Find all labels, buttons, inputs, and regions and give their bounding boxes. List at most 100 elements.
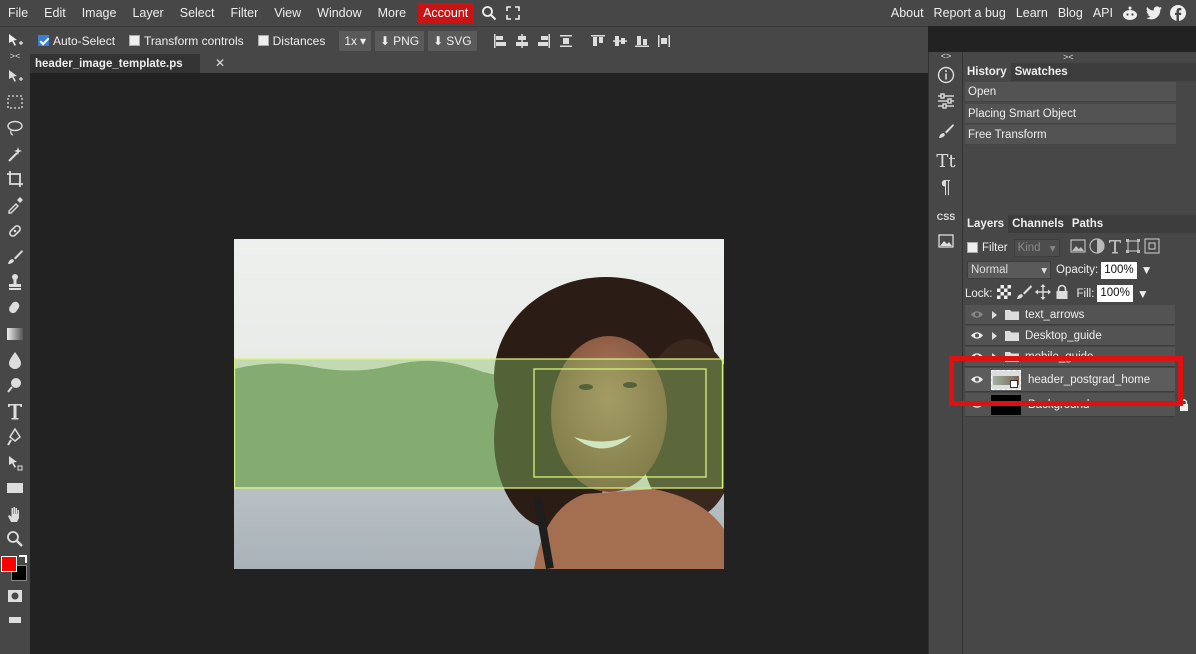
fill-dropdown-icon[interactable]: ▼ [1137,287,1149,301]
filter-image-icon[interactable] [1069,239,1086,256]
blur-tool-icon[interactable] [3,349,27,371]
menu-report-bug[interactable]: Report a bug [929,0,1011,26]
swap-colors-icon[interactable] [19,555,27,563]
transform-controls-checkbox[interactable]: Transform controls [129,34,244,48]
tab-paths[interactable]: Paths [1068,215,1107,233]
pen-tool-icon[interactable] [3,426,27,448]
auto-select-checkbox[interactable]: Auto-Select [38,34,115,48]
quick-mask-icon[interactable] [3,585,27,607]
crop-tool-icon[interactable] [3,168,27,190]
menu-image[interactable]: Image [74,0,125,26]
canvas-area[interactable] [30,73,928,654]
filter-text-icon[interactable] [1108,238,1122,257]
export-svg-button[interactable]: ⬇ SVG [428,30,477,51]
twitter-icon[interactable] [1145,4,1163,22]
menu-view[interactable]: View [266,0,309,26]
healing-brush-icon[interactable] [3,220,27,242]
expand-panel-icon[interactable]: <> [934,50,958,62]
lock-all-icon[interactable] [1055,284,1069,303]
distribute-v-icon[interactable] [655,32,673,50]
path-select-icon[interactable] [3,452,27,474]
brush-tool-icon[interactable] [3,246,27,268]
lock-transparency-icon[interactable] [996,284,1012,303]
foreground-color-swatch[interactable] [1,556,17,572]
info-icon[interactable] [934,64,958,86]
menu-more[interactable]: More [370,0,414,26]
eraser-tool-icon[interactable] [3,297,27,319]
align-middle-icon[interactable] [611,32,629,50]
eye-icon[interactable] [969,310,985,319]
menu-api[interactable]: API [1088,0,1118,26]
menu-about[interactable]: About [886,0,929,26]
document-tab[interactable]: header_image_template.ps [30,54,200,73]
align-bottom-icon[interactable] [633,32,651,50]
stamp-tool-icon[interactable] [3,271,27,293]
facebook-icon[interactable] [1169,4,1187,22]
adjustments-icon[interactable] [934,90,958,112]
menu-file[interactable]: File [0,0,36,26]
zoom-select[interactable]: 1x ▾ [339,30,372,51]
caret-right-icon[interactable] [991,331,1001,341]
history-item[interactable]: Free Transform [965,125,1176,145]
magic-wand-icon[interactable] [3,143,27,165]
distances-check[interactable] [257,35,269,46]
marquee-tool-icon[interactable] [3,91,27,113]
eye-icon[interactable] [969,331,985,340]
account-button[interactable]: Account [418,3,474,23]
menu-learn[interactable]: Learn [1011,0,1053,26]
lock-position-icon[interactable] [1034,284,1051,303]
opacity-dropdown-icon[interactable]: ▼ [1141,263,1153,277]
character-icon[interactable]: Tt [934,150,958,172]
auto-select-check[interactable] [38,35,49,46]
align-top-icon[interactable] [589,32,607,50]
kind-select[interactable]: Kind ▾ [1013,238,1060,257]
blend-mode-select[interactable]: Normal ▾ [967,261,1051,279]
menu-layer[interactable]: Layer [124,0,171,26]
caret-right-icon[interactable] [991,310,1001,320]
filter-smart-icon[interactable] [1143,238,1160,257]
image-icon[interactable] [934,230,958,252]
filter-checkbox[interactable] [967,242,978,253]
paragraph-icon[interactable]: ¶ [934,176,958,198]
menu-filter[interactable]: Filter [222,0,266,26]
filter-adjustment-icon[interactable] [1088,238,1105,257]
transform-controls-check[interactable] [129,35,141,46]
menu-edit[interactable]: Edit [36,0,74,26]
align-center-h-icon[interactable] [513,32,531,50]
hand-tool-icon[interactable] [3,503,27,525]
fullscreen-icon[interactable] [504,4,522,22]
layer-row[interactable]: text_arrows [965,305,1176,325]
brush-settings-icon[interactable] [934,120,958,142]
dodge-tool-icon[interactable] [3,374,27,396]
align-left-icon[interactable] [491,32,509,50]
lasso-tool-icon[interactable] [3,117,27,139]
eyedropper-icon[interactable] [3,194,27,216]
zoom-tool-icon[interactable] [3,528,27,550]
menu-window[interactable]: Window [309,0,369,26]
css-icon[interactable]: CSS [934,206,958,228]
export-png-button[interactable]: ⬇ PNG [375,30,425,51]
tab-history[interactable]: History [963,63,1011,81]
collapse-icon[interactable]: >< [3,51,27,61]
search-icon[interactable] [480,4,498,22]
tab-channels[interactable]: Channels [1008,215,1068,233]
distribute-h-icon[interactable] [557,32,575,50]
fill-input[interactable]: 100% [1097,285,1133,302]
tab-layers[interactable]: Layers [963,215,1009,233]
type-tool-icon[interactable] [3,400,27,422]
history-item[interactable]: Placing Smart Object [965,104,1176,124]
lock-pixels-icon[interactable] [1016,284,1032,303]
shape-tool-icon[interactable] [3,477,27,499]
screen-mode-icon[interactable] [3,609,27,631]
reddit-icon[interactable] [1121,4,1139,22]
document-canvas[interactable] [234,239,724,569]
close-icon[interactable]: ✕ [212,55,228,71]
tab-swatches[interactable]: Swatches [1011,63,1072,81]
opacity-input[interactable]: 100% [1101,261,1137,279]
layer-row[interactable]: Desktop_guide [965,326,1176,346]
align-right-icon[interactable] [535,32,553,50]
distances-checkbox[interactable]: Distances [257,34,325,48]
menu-select[interactable]: Select [172,0,223,26]
move-tool-icon[interactable] [3,66,27,88]
filter-shape-icon[interactable] [1125,238,1141,257]
